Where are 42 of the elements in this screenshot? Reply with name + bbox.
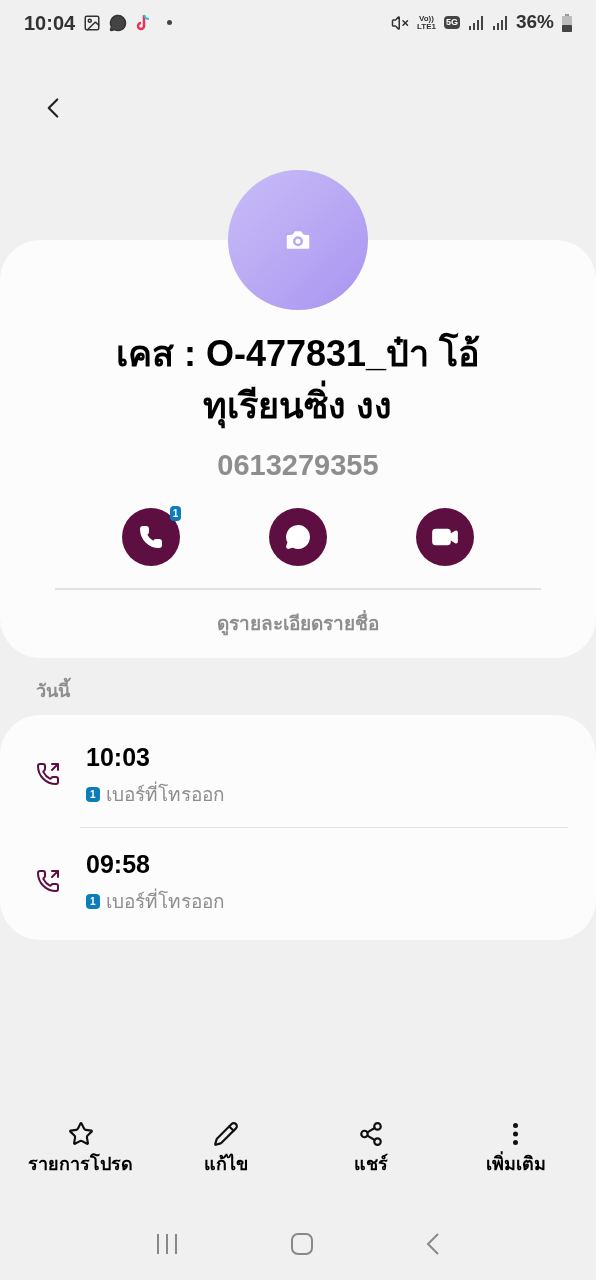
music-note-icon (135, 13, 152, 32)
back-icon[interactable] (424, 1232, 441, 1256)
toolbar-button[interactable]: แก้ไข (160, 1121, 291, 1178)
recent-apps-icon[interactable] (155, 1233, 180, 1255)
toolbar-button[interactable]: เพิ่มเติม (450, 1121, 581, 1178)
call-type: เบอร์ที่โทรออก (105, 887, 225, 914)
home-icon[interactable] (290, 1232, 314, 1256)
call-type: เบอร์ที่โทรออก (105, 780, 225, 807)
sim-badge: 1 (86, 894, 100, 910)
status-time: 10:04 (24, 10, 76, 36)
chat-icon (109, 13, 128, 32)
contact-name: เคส : O-477831_ป๋า โอ้ (115, 331, 481, 376)
phone-icon (139, 524, 164, 549)
contact-name: ทุเรียนซิ่ง งง (203, 380, 393, 432)
more-icon (513, 1123, 518, 1145)
call-log-item[interactable]: 09:58 1 เบอร์ที่โทรออก (0, 840, 596, 922)
network-label: Vo)) (419, 14, 434, 23)
battery-icon (562, 13, 572, 32)
outgoing-call-icon (36, 869, 60, 893)
call-time: 10:03 (86, 742, 151, 773)
mute-icon (391, 13, 409, 32)
phone-number: 0613279355 (217, 448, 379, 483)
share-icon (357, 1121, 384, 1147)
signal-icon (491, 14, 508, 31)
call-log-item[interactable]: 10:03 1 เบอร์ที่โทรออก (0, 733, 596, 815)
star-icon (67, 1121, 94, 1147)
section-heading: วันนี้ (36, 678, 596, 705)
signal-icon (467, 14, 484, 31)
battery-percent: 36% (515, 10, 554, 35)
outgoing-call-icon (36, 762, 60, 786)
toolbar-button[interactable]: รายการโปรด (15, 1121, 146, 1178)
call-button[interactable] (122, 507, 181, 566)
sim-badge: 1 (169, 505, 182, 521)
network-label: LTE1 (417, 22, 436, 31)
network-type: 5G (443, 15, 460, 30)
sim-badge: 1 (86, 787, 100, 803)
message-button[interactable] (269, 507, 327, 566)
gallery-icon (83, 13, 102, 32)
chat-bubble-icon (285, 523, 311, 550)
toolbar-button[interactable]: แชร์ (305, 1121, 436, 1178)
call-time: 09:58 (86, 849, 151, 880)
edit-icon (212, 1121, 239, 1147)
